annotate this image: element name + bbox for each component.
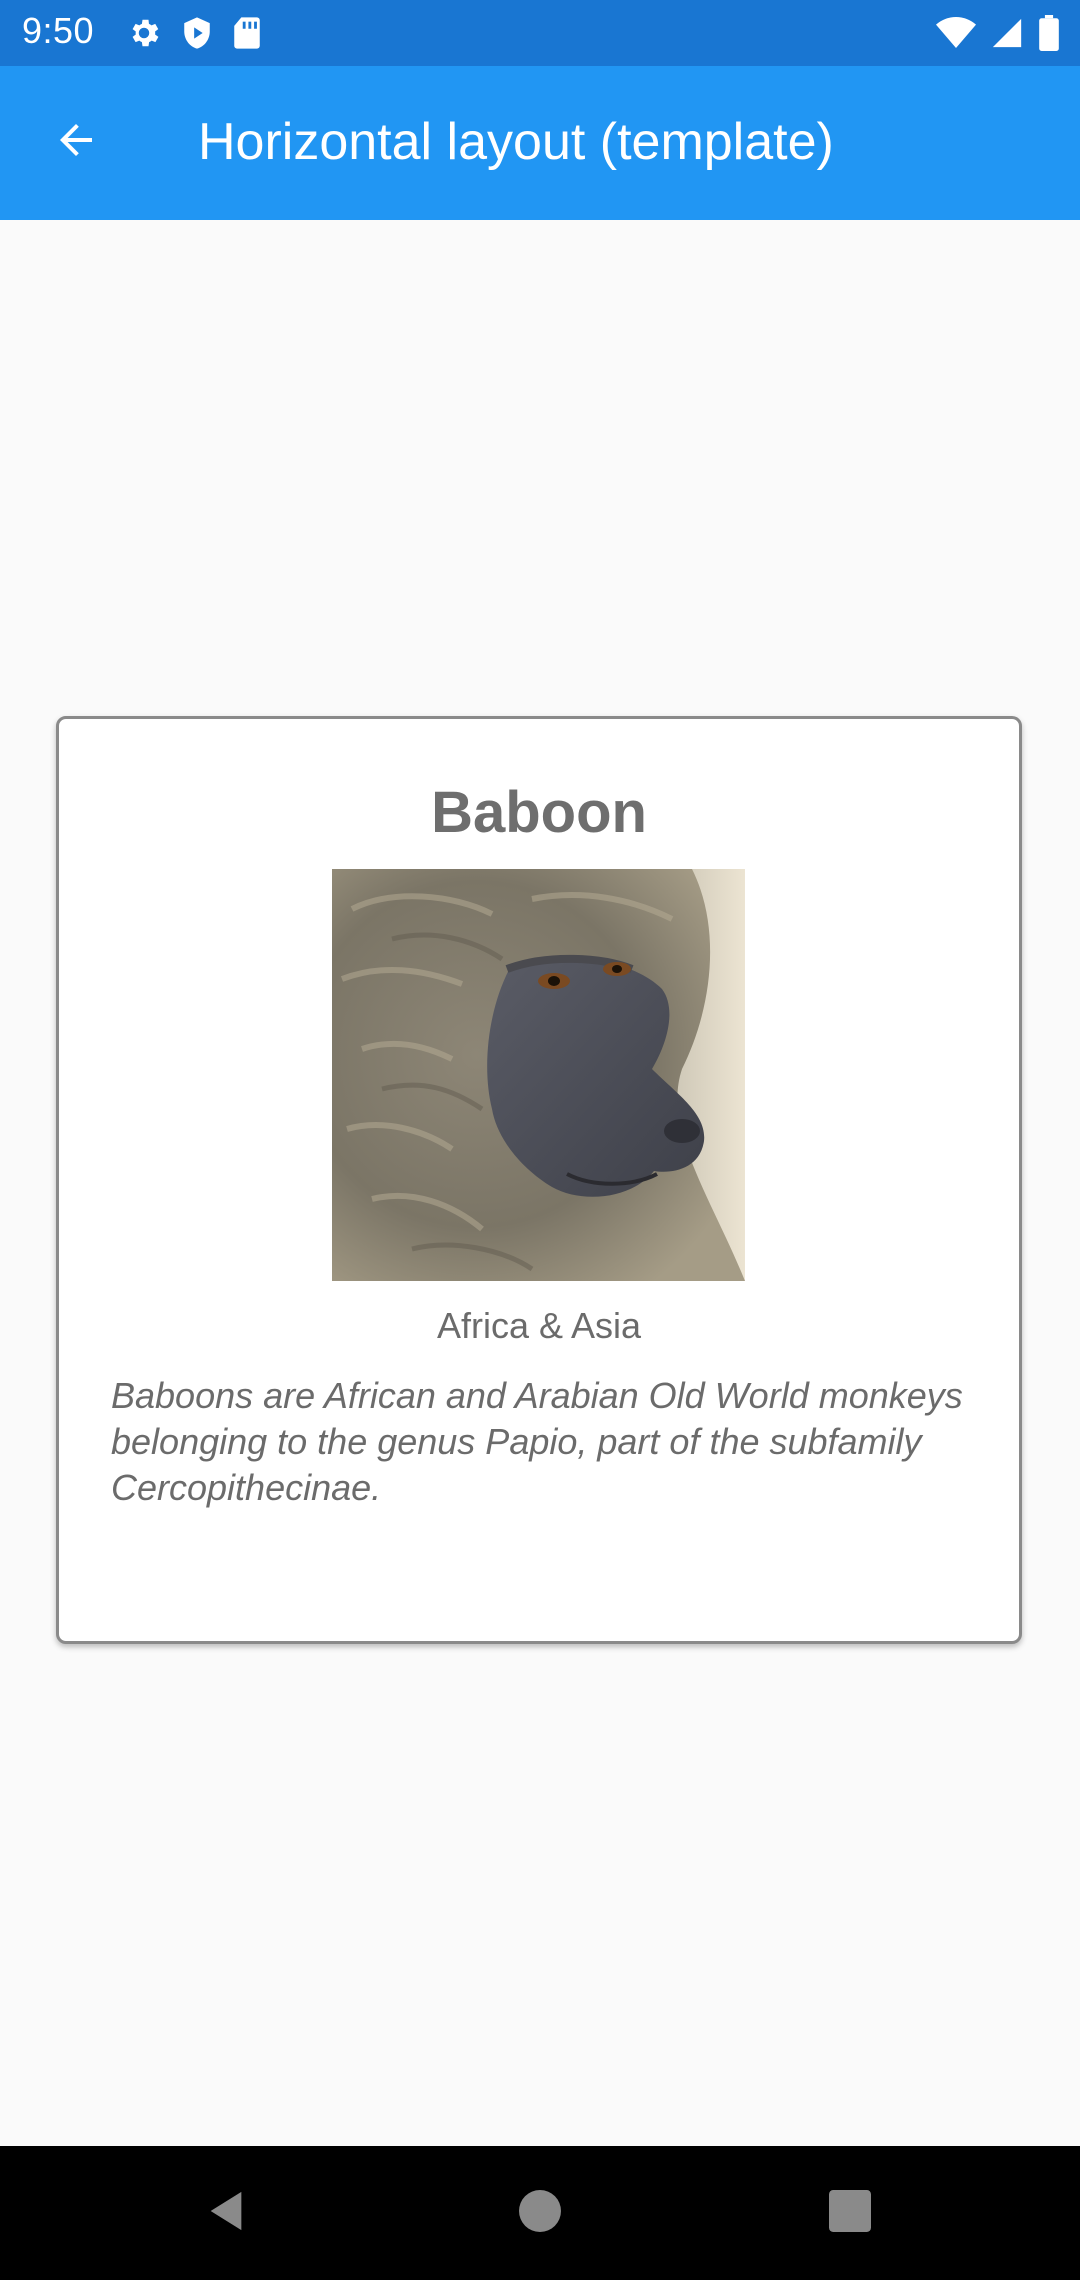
status-time: 9:50 (22, 10, 95, 51)
sd-card-icon (232, 16, 262, 50)
baboon-image (332, 869, 745, 1281)
gear-icon (126, 15, 162, 51)
signal-icon (990, 16, 1024, 50)
card-description: Baboons are African and Arabian Old Worl… (111, 1375, 963, 1508)
back-triangle-icon (206, 2188, 246, 2239)
nav-back-button[interactable] (196, 2183, 256, 2243)
animal-card[interactable]: Baboon Africa & Asia Baboons are African… (56, 716, 1022, 1644)
arrow-left-icon (52, 116, 100, 169)
app-bar: Horizontal layout (template) (0, 66, 1080, 220)
status-notification-icons (126, 14, 262, 52)
card-title: Baboon (431, 780, 647, 845)
navigation-bar (0, 2146, 1080, 2280)
battery-icon (1038, 15, 1060, 51)
card-location: Africa & Asia (436, 1305, 642, 1346)
shield-play-icon (180, 15, 214, 51)
home-circle-icon (519, 2189, 561, 2237)
back-button[interactable] (36, 110, 116, 174)
wifi-icon (936, 16, 976, 50)
nav-home-button[interactable] (510, 2183, 570, 2243)
nav-recents-button[interactable] (820, 2183, 880, 2243)
page-title: Horizontal layout (template) (198, 113, 834, 171)
recents-square-icon (829, 2189, 871, 2237)
status-bar: 9:50 (0, 0, 1080, 66)
status-system-icons (936, 14, 1060, 52)
